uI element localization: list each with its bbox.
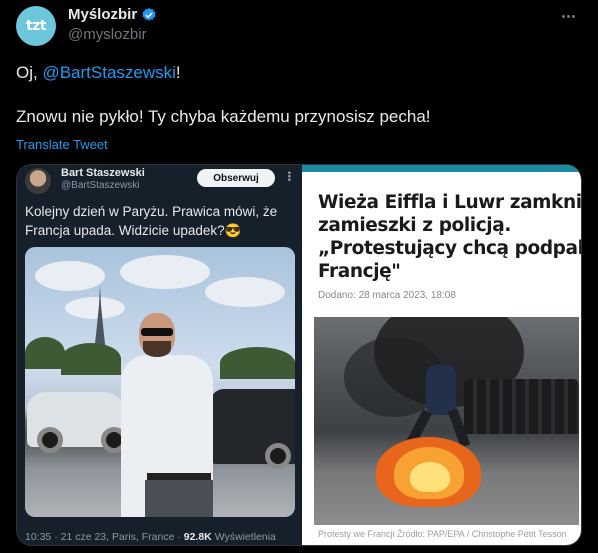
author-handle[interactable]: @myslozbir xyxy=(68,25,157,45)
more-options-icon[interactable] xyxy=(556,6,580,26)
embedded-handle: @BartStaszewski xyxy=(61,180,140,191)
embedded-text-line-2: Francja upada. Widzicie upadek?😎 xyxy=(25,223,242,238)
author-names: Myślozbir @myslozbir xyxy=(68,6,157,45)
article-date: Dodano: 28 marca 2023, 18:08 xyxy=(318,290,456,301)
embedded-text-line-1: Kolejny dzień w Paryżu. Prawica mówi, że xyxy=(25,204,278,219)
embedded-avatar xyxy=(25,168,51,194)
tweet-line-2: Znowu nie pykło! Ty chyba każdemu przyno… xyxy=(16,107,431,126)
tweet-text: Oj, @BartStaszewski! Znowu nie pykło! Ty… xyxy=(16,62,576,128)
embedded-meta-views-label: Wyświetlenia xyxy=(211,531,276,543)
headline-line-1: Wieża Eiffla i Luwr zamknięte, xyxy=(318,192,582,213)
verified-badge-icon xyxy=(142,8,156,21)
translate-tweet-link[interactable]: Translate Tweet xyxy=(16,137,108,152)
headline-line-2: zamieszki z policją. xyxy=(318,215,511,236)
media-container[interactable]: Bart Staszewski @BartStaszewski Obserwuj… xyxy=(16,164,582,546)
article-image[interactable]: Wieża Eiffla i Luwr zamknięte, zamieszki… xyxy=(302,165,582,545)
embedded-name: Bart Staszewski xyxy=(61,167,145,179)
headline-line-3: „Protestujący chcą podpalić xyxy=(318,238,582,259)
paris-photo xyxy=(25,247,295,517)
photo-caption: Protesty we Francji Źródło: PAP/EPA / Ch… xyxy=(318,529,567,539)
avatar[interactable]: tzt xyxy=(16,6,56,46)
tweet-header: tzt Myślozbir @myslozbir xyxy=(16,6,582,46)
embedded-meta: 10:35 · 21 cze 23, Paris, France · 92.8K… xyxy=(25,531,276,543)
embedded-follow-button: Obserwuj xyxy=(197,169,275,187)
tweet-line-1-suffix: ! xyxy=(175,63,181,82)
embedded-tweet-image[interactable]: Bart Staszewski @BartStaszewski Obserwuj… xyxy=(17,165,302,545)
embedded-meta-views: 92.8K xyxy=(183,531,212,543)
protest-photo xyxy=(314,317,579,525)
embedded-meta-time: 10:35 · 21 cze 23, Paris, France · xyxy=(25,531,184,543)
avatar-logo-text: tzt xyxy=(25,18,47,34)
article-top-bar xyxy=(302,165,581,172)
embedded-tweet-text: Kolejny dzień w Paryżu. Prawica mówi, że… xyxy=(25,202,295,240)
headline-line-4: Francję" xyxy=(318,261,401,282)
article-headline: Wieża Eiffla i Luwr zamknięte, zamieszki… xyxy=(318,191,582,283)
tweet-line-1-prefix: Oj, xyxy=(16,63,43,82)
tweet-line-1: Oj, @BartStaszewski! xyxy=(16,62,576,84)
embedded-more-icon: ••• xyxy=(283,171,294,182)
author-display-name-row[interactable]: Myślozbir xyxy=(68,6,157,24)
mention-link[interactable]: @BartStaszewski xyxy=(42,63,175,82)
author-display-name[interactable]: Myślozbir xyxy=(68,6,137,24)
